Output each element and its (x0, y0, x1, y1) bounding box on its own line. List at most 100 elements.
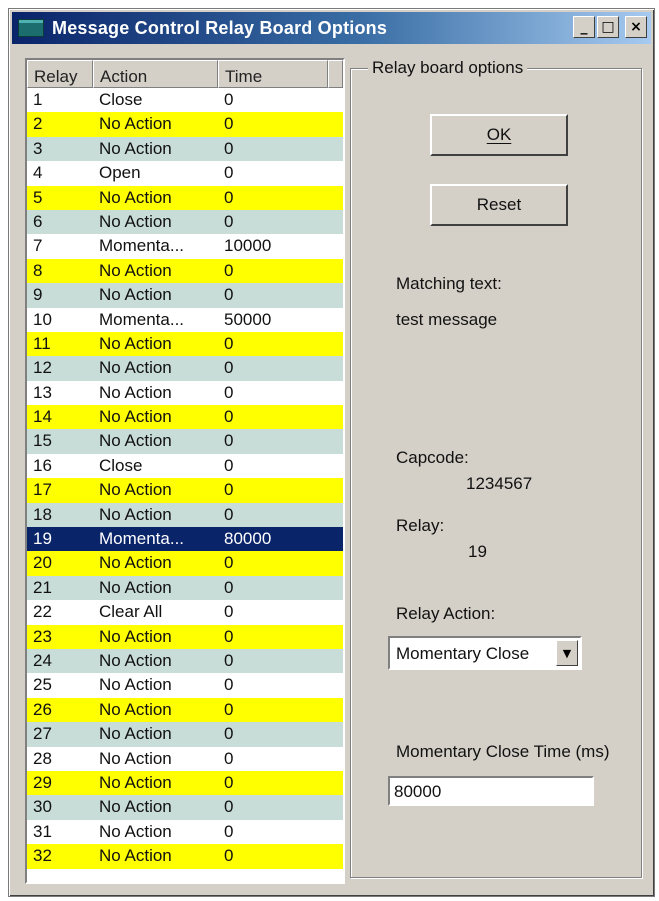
row-action-cell: No Action (99, 358, 172, 378)
table-row[interactable]: 16 Close 0 (27, 453, 343, 479)
relay-list[interactable]: Relay Action Time 1 Close 0 2 No Action 0 3 No … (25, 58, 345, 884)
row-action-cell: No Action (99, 285, 172, 305)
row-relay-cell: 24 (33, 650, 52, 670)
app-icon (18, 19, 44, 37)
table-row[interactable]: 32 No Action 0 (27, 844, 343, 869)
row-time-cell: 0 (224, 504, 234, 524)
table-row[interactable]: 19 Momenta... 80000 (27, 527, 343, 552)
table-row[interactable]: 28 No Action 0 (27, 746, 343, 771)
momentary-time-input[interactable]: 80000 (388, 776, 594, 806)
row-relay-cell: 6 (33, 211, 43, 231)
row-action-cell: No Action (99, 577, 172, 597)
table-row[interactable]: 29 No Action 0 (27, 770, 343, 796)
table-row[interactable]: 1 Close 0 (27, 88, 343, 113)
table-row[interactable]: 27 No Action 0 (27, 722, 343, 747)
row-action-cell: Momenta... (99, 236, 185, 256)
relay-action-select[interactable]: Momentary Close ▼ (388, 636, 582, 670)
row-action-cell: Momenta... (99, 529, 185, 549)
table-row[interactable]: 8 No Action 0 (27, 258, 343, 284)
table-row[interactable]: 14 No Action 0 (27, 405, 343, 430)
row-time-cell: 0 (224, 724, 234, 744)
row-action-cell: No Action (99, 187, 172, 207)
table-row[interactable]: 3 No Action 0 (27, 136, 343, 162)
table-row[interactable]: 21 No Action 0 (27, 575, 343, 601)
row-time-cell: 0 (224, 187, 234, 207)
row-time-cell: 0 (224, 699, 234, 719)
column-header-time[interactable]: Time (218, 60, 328, 88)
row-relay-cell: 12 (33, 358, 52, 378)
row-action-cell: No Action (99, 138, 172, 158)
row-relay-cell: 17 (33, 480, 52, 500)
relay-action-selected-value: Momentary Close (396, 644, 530, 663)
row-relay-cell: 9 (33, 285, 43, 305)
table-row[interactable]: 30 No Action 0 (27, 795, 343, 820)
table-row[interactable]: 9 No Action 0 (27, 283, 343, 308)
minimize-button[interactable]: _ (573, 16, 595, 38)
table-row[interactable]: 7 Momenta... 10000 (27, 234, 343, 259)
table-row[interactable]: 2 No Action 0 (27, 112, 343, 137)
table-row[interactable]: 25 No Action 0 (27, 673, 343, 698)
row-time-cell: 80000 (224, 529, 272, 549)
table-row[interactable]: 5 No Action 0 (27, 185, 343, 210)
close-button[interactable]: × (625, 16, 647, 38)
column-header-relay[interactable]: Relay (27, 60, 93, 88)
table-row[interactable]: 26 No Action 0 (27, 697, 343, 723)
row-action-cell: No Action (99, 846, 172, 866)
row-time-cell: 0 (224, 577, 234, 597)
table-row[interactable]: 4 Open 0 (27, 161, 343, 186)
table-row[interactable]: 20 No Action 0 (27, 551, 343, 576)
row-relay-cell: 30 (33, 797, 52, 817)
row-action-cell: No Action (99, 699, 172, 719)
ok-button[interactable]: OK (430, 114, 568, 156)
row-time-cell: 0 (224, 821, 234, 841)
chevron-down-icon[interactable]: ▼ (556, 640, 578, 666)
table-row[interactable]: 23 No Action 0 (27, 624, 343, 649)
row-action-cell: Momenta... (99, 309, 185, 329)
row-relay-cell: 4 (33, 163, 43, 183)
column-header-spacer (328, 60, 343, 88)
row-action-cell: No Action (99, 431, 172, 451)
row-relay-cell: 28 (33, 748, 52, 768)
table-row[interactable]: 17 No Action 0 (27, 478, 343, 503)
row-time-cell: 0 (224, 138, 234, 158)
row-action-cell: No Action (99, 626, 172, 646)
table-row[interactable]: 22 Clear All 0 (27, 600, 343, 625)
row-action-cell: Close (99, 90, 143, 109)
maximize-button[interactable]: □ (597, 16, 619, 38)
row-relay-cell: 5 (33, 187, 43, 207)
table-row[interactable]: 10 Momenta... 50000 (27, 307, 343, 332)
table-row[interactable]: 12 No Action 0 (27, 356, 343, 381)
list-body: 1 Close 0 2 No Action 0 3 No Action 0 4 Open 0 5 No A… (27, 88, 343, 869)
row-time-cell: 0 (224, 553, 234, 573)
row-action-cell: No Action (99, 333, 172, 353)
row-time-cell: 0 (224, 333, 234, 353)
table-row[interactable]: 31 No Action 0 (27, 819, 343, 845)
row-relay-cell: 21 (33, 577, 52, 597)
row-relay-cell: 8 (33, 260, 43, 280)
table-row[interactable]: 15 No Action 0 (27, 429, 343, 454)
row-time-cell: 0 (224, 650, 234, 670)
table-row[interactable]: 13 No Action 0 (27, 380, 343, 406)
row-relay-cell: 7 (33, 236, 43, 256)
table-row[interactable]: 24 No Action 0 (27, 648, 343, 674)
row-action-cell: Close (99, 455, 143, 475)
column-header-action[interactable]: Action (93, 60, 218, 88)
table-row[interactable]: 11 No Action 0 (27, 331, 343, 357)
row-time-cell: 0 (224, 846, 234, 866)
row-time-cell: 0 (224, 602, 234, 622)
reset-button[interactable]: Reset (430, 184, 568, 226)
row-relay-cell: 1 (33, 90, 43, 109)
table-row[interactable]: 6 No Action 0 (27, 209, 343, 235)
table-row[interactable]: 18 No Action 0 (27, 502, 343, 528)
list-header: Relay Action Time (27, 60, 343, 88)
row-relay-cell: 26 (33, 699, 52, 719)
row-time-cell: 0 (224, 163, 234, 183)
row-action-cell: No Action (99, 821, 172, 841)
row-relay-cell: 32 (33, 846, 52, 866)
row-time-cell: 0 (224, 480, 234, 500)
row-action-cell: No Action (99, 797, 172, 817)
row-time-cell: 0 (224, 455, 234, 475)
row-action-cell: No Action (99, 504, 172, 524)
title-bar[interactable]: Message Control Relay Board Options _ □ … (12, 12, 651, 44)
row-action-cell: No Action (99, 748, 172, 768)
